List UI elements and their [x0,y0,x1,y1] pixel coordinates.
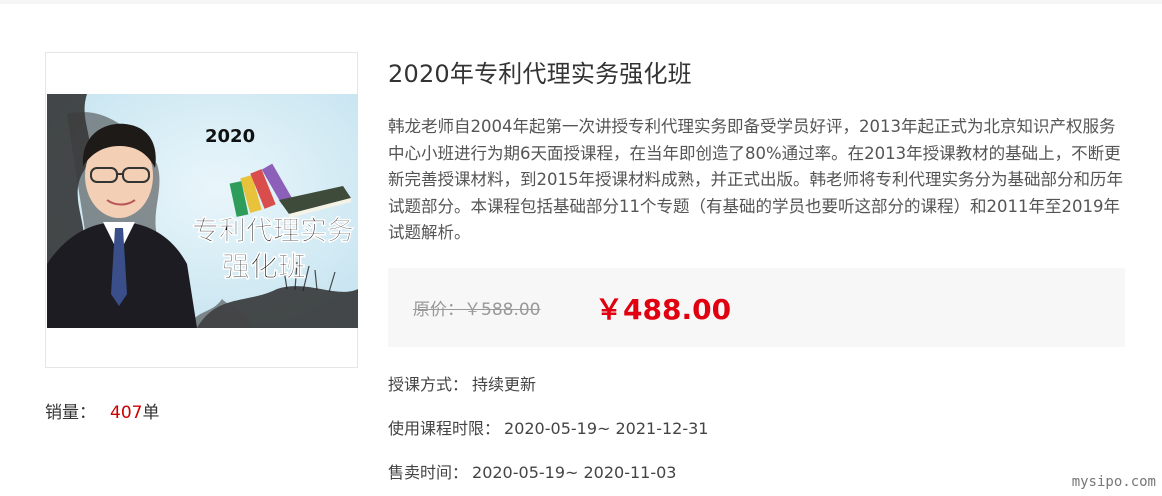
sale-time-row: 售卖时间： 2020-05-19~ 2020-11-03 [388,459,676,483]
sales-count: 407 [110,403,143,423]
cover-title-line1: 专利代理实务 [192,215,354,247]
teaching-mode-row: 授课方式： 持续更新 [388,371,536,395]
cover-title-line2: 强化班 [222,250,306,283]
course-card: 2020 专利代理实务 强化班 销量： 407单 2020年专利代理实务强化班 韩… [0,4,1162,496]
course-period-label: 使用课程时限： [388,419,501,438]
course-cover-frame: 2020 专利代理实务 强化班 [45,52,358,368]
course-description: 韩龙老师自2004年起第一次讲授专利代理实务即备受学员好评，2013年起正式为北… [388,117,1123,242]
sale-time-value: 2020-05-19~ 2020-11-03 [472,463,677,482]
sale-time-label: 售卖时间： [388,463,469,482]
cover-illustration: 2020 专利代理实务 强化班 [47,94,358,328]
course-period-value: 2020-05-19~ 2021-12-31 [504,419,709,438]
cover-year-text: 2020 [205,126,255,147]
watermark: mysipo.com [1071,474,1156,490]
course-period-row: 使用课程时限： 2020-05-19~ 2021-12-31 [388,415,708,439]
sales-label: 销量： [45,403,96,423]
teaching-mode-value: 持续更新 [472,375,537,394]
current-price: ￥488.00 [595,293,732,326]
sales-volume: 销量： 407单 [45,398,159,423]
price-panel: 原价：￥588.00 ￥488.00 [388,268,1125,347]
sales-unit: 单 [142,403,160,423]
course-cover-image[interactable]: 2020 专利代理实务 强化班 [47,94,358,328]
original-price: 原价：￥588.00 [413,300,541,320]
teaching-mode-label: 授课方式： [388,375,469,394]
course-title: 2020年专利代理实务强化班 [388,60,692,88]
